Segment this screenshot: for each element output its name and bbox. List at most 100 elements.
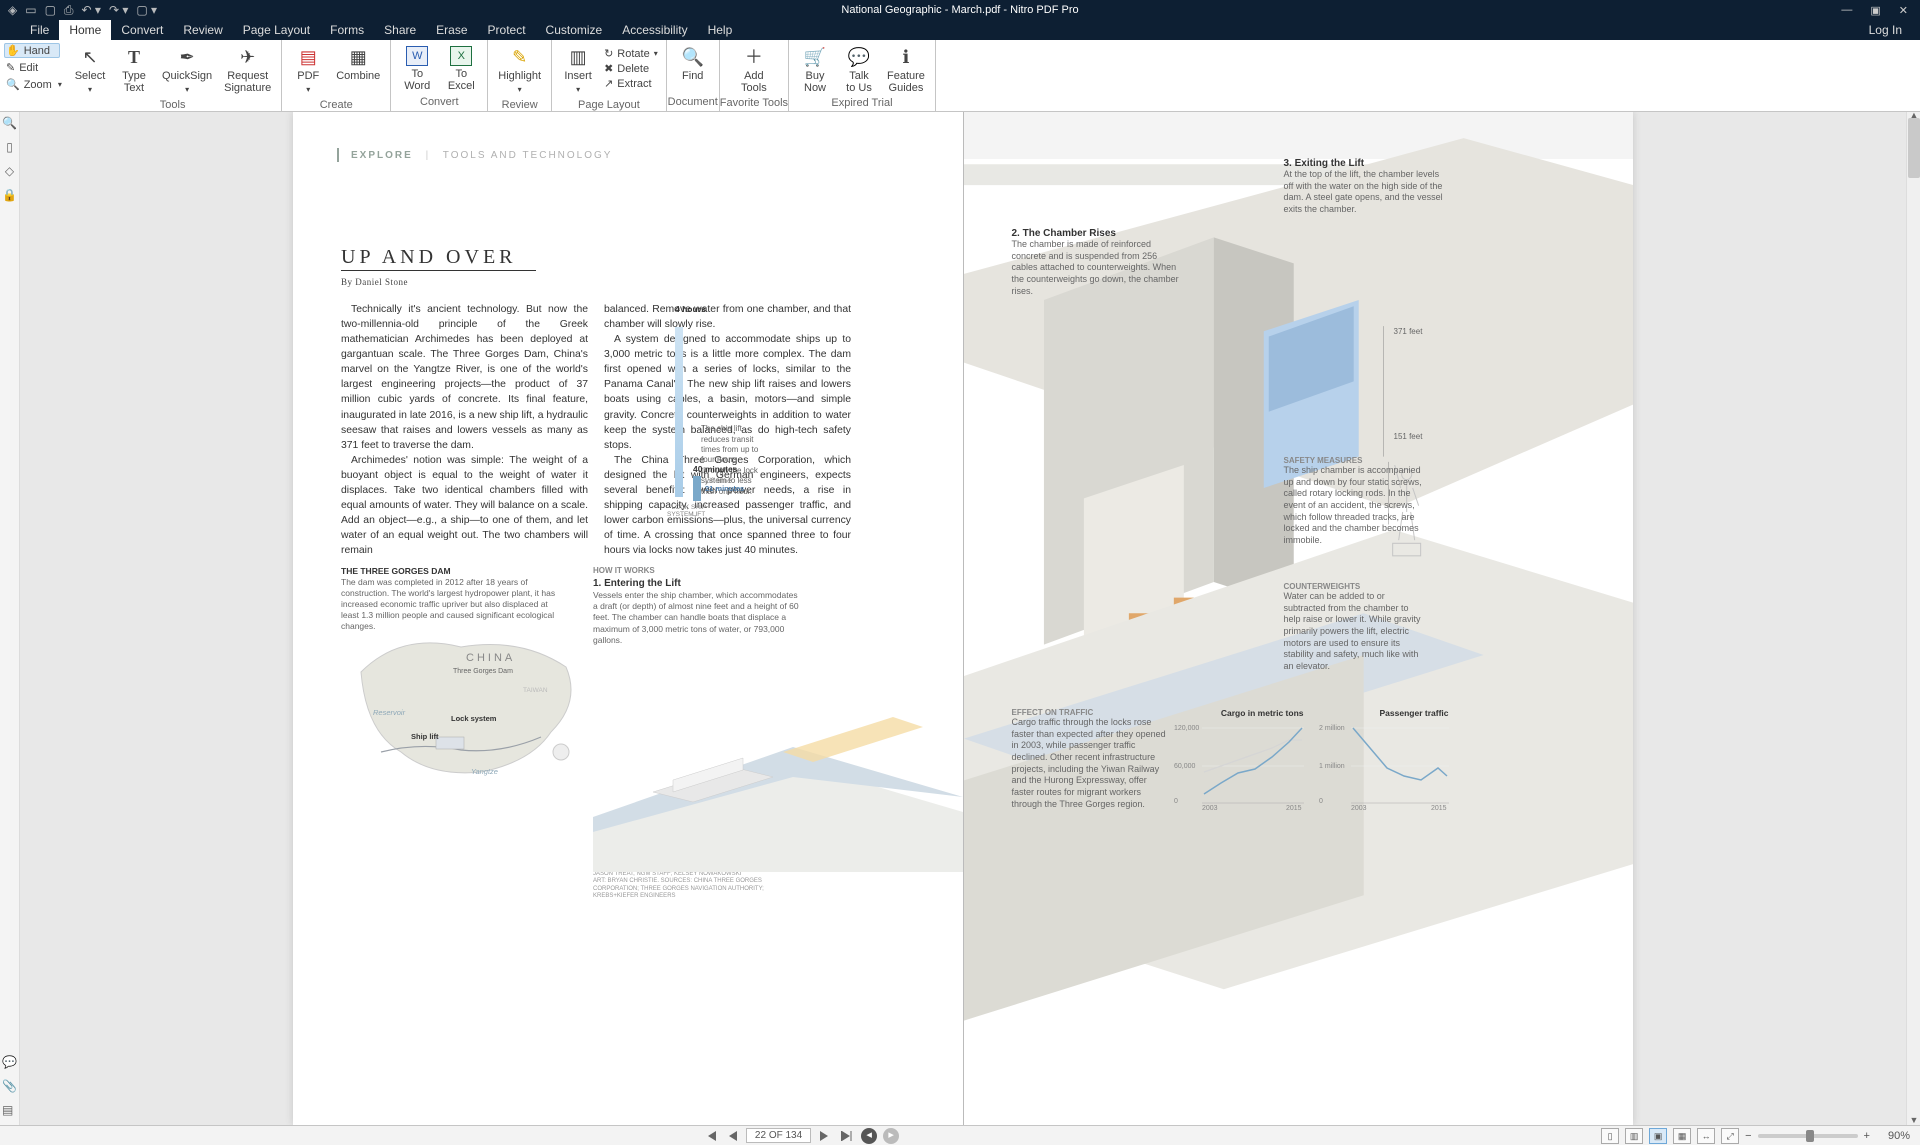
search-icon: 🔍 — [682, 46, 704, 68]
add-tools-label: Add Tools — [741, 70, 767, 94]
to-word-button[interactable]: WTo Word — [397, 44, 437, 94]
ann-3: 3. Exiting the Lift At the top of the li… — [1284, 158, 1449, 216]
svg-text:0: 0 — [1319, 798, 1323, 805]
vertical-scrollbar[interactable]: ▲ ▼ — [1906, 112, 1920, 1125]
mode-edit[interactable]: ✎Edit — [4, 60, 60, 75]
extract-icon: ↗ — [604, 77, 613, 90]
nav-comments-icon[interactable]: 💬 — [2, 1055, 17, 1069]
login-link[interactable]: Log In — [1869, 23, 1920, 37]
nav-next-icon[interactable] — [817, 1130, 833, 1142]
save-icon[interactable]: ▢ — [45, 3, 56, 17]
nav-last-icon[interactable] — [839, 1130, 855, 1142]
extract-button[interactable]: ↗Extract — [602, 76, 660, 91]
passenger-chart-title: Passenger traffic — [1319, 708, 1449, 718]
print-icon[interactable]: ⎙ — [64, 3, 74, 18]
menu-home[interactable]: Home — [59, 20, 111, 40]
menu-accessibility[interactable]: Accessibility — [612, 20, 697, 40]
nav-first-icon[interactable] — [702, 1130, 718, 1142]
close-icon[interactable]: ✕ — [1899, 4, 1908, 17]
combine-icon: ▦ — [350, 46, 367, 68]
nav-attachments-icon[interactable]: 📎 — [2, 1079, 17, 1093]
page-indicator[interactable]: 22 OF 134 — [746, 1128, 811, 1143]
map-yangtze-label: Yangtze — [471, 767, 498, 776]
qat-more-icon[interactable]: ▢ ▾ — [136, 3, 157, 17]
insert-button[interactable]: ▥Insert▾ — [558, 44, 598, 98]
cart-icon: 🛒 — [804, 46, 826, 68]
buy-now-button[interactable]: 🛒Buy Now — [795, 44, 835, 96]
menu-help[interactable]: Help — [698, 20, 743, 40]
menu-page-layout[interactable]: Page Layout — [233, 20, 320, 40]
menu-review[interactable]: Review — [173, 20, 232, 40]
request-signature-label: Request Signature — [224, 70, 271, 94]
view-single-icon[interactable]: ▯ — [1601, 1128, 1619, 1144]
menu-protect[interactable]: Protect — [478, 20, 536, 40]
delete-label: Delete — [617, 63, 649, 75]
nav-tags-icon[interactable]: ◇ — [5, 164, 14, 178]
zoom-slider-thumb[interactable] — [1806, 1130, 1814, 1142]
nav-bookmarks-icon[interactable]: ▯ — [6, 140, 13, 154]
zoom-in-icon[interactable]: + — [1864, 1130, 1870, 1142]
document-viewport[interactable]: EXPLORE | TOOLS AND TECHNOLOGY UP AND OV… — [20, 112, 1906, 1125]
zoom-slider[interactable] — [1758, 1134, 1858, 1138]
kicker-explore: EXPLORE — [351, 150, 413, 161]
view-fit-page-icon[interactable]: ⤢ — [1721, 1128, 1739, 1144]
undo-icon[interactable]: ↶ ▾ — [82, 3, 101, 17]
rotate-button[interactable]: ↻Rotate▾ — [602, 46, 660, 61]
menu-customize[interactable]: Customize — [536, 20, 613, 40]
find-button[interactable]: 🔍Find — [673, 44, 713, 84]
highlight-button[interactable]: ✎Highlight▾ — [494, 44, 545, 98]
mode-zoom[interactable]: 🔍Zoom▾ — [4, 77, 60, 92]
open-icon[interactable]: ▭ — [25, 3, 36, 17]
nav-back-icon[interactable]: ◂ — [861, 1128, 877, 1144]
pen-icon: ✒ — [180, 46, 195, 68]
select-button[interactable]: ↖Select▾ — [70, 44, 110, 98]
cw-body: Water can be added to or subtracted from… — [1284, 591, 1424, 673]
minimize-icon[interactable]: — — [1841, 4, 1852, 17]
pdf-button[interactable]: ▤PDF▾ — [288, 44, 328, 98]
map-reservoir-label: Reservoir — [373, 708, 405, 717]
to-excel-button[interactable]: XTo Excel — [441, 44, 481, 94]
view-facing-icon[interactable]: ▣ — [1649, 1128, 1667, 1144]
body-para: Technically it's ancient technology. But… — [341, 302, 588, 453]
talk-to-us-button[interactable]: 💬Talk to Us — [839, 44, 879, 96]
nav-search-icon[interactable]: 🔍 — [2, 116, 17, 130]
delete-icon: ✖ — [604, 62, 613, 75]
view-facing-continuous-icon[interactable]: ▦ — [1673, 1128, 1691, 1144]
menu-share[interactable]: Share — [374, 20, 426, 40]
group-convert-label: Convert — [420, 95, 459, 111]
scroll-down-icon[interactable]: ▼ — [1909, 1115, 1919, 1125]
menu-erase[interactable]: Erase — [426, 20, 477, 40]
rotate-label: Rotate — [617, 48, 649, 60]
menu-file[interactable]: File — [20, 20, 59, 40]
view-continuous-icon[interactable]: ▥ — [1625, 1128, 1643, 1144]
body-para: Archimedes' notion was simple: The weigh… — [341, 453, 588, 559]
zoom-out-icon[interactable]: − — [1745, 1130, 1751, 1142]
time-bar-lift — [693, 476, 701, 501]
nav-security-icon[interactable]: 🔒 — [2, 188, 17, 202]
mode-hand[interactable]: ✋Hand — [4, 43, 60, 58]
map-tgd-label: Three Gorges Dam — [453, 668, 513, 675]
request-signature-button[interactable]: ✈Request Signature — [220, 44, 275, 96]
label-371: 371 feet — [1394, 327, 1423, 336]
type-text-button[interactable]: TType Text — [114, 44, 154, 96]
delete-button[interactable]: ✖ Delete — [602, 61, 660, 76]
nav-forward-icon[interactable]: ▸ — [883, 1128, 899, 1144]
insert-icon: ▥ — [570, 46, 587, 68]
highlight-icon: ✎ — [512, 46, 527, 68]
quicksign-button[interactable]: ✒QuickSign▾ — [158, 44, 216, 98]
window-title: National Geographic - March.pdf - Nitro … — [841, 4, 1078, 16]
feature-guides-button[interactable]: ℹFeature Guides — [883, 44, 929, 96]
mode-zoom-label: Zoom — [24, 79, 52, 91]
maximize-icon[interactable]: ▣ — [1870, 4, 1880, 17]
menu-convert[interactable]: Convert — [111, 20, 173, 40]
to-excel-label: To Excel — [448, 68, 475, 92]
zoom-value[interactable]: 90% — [1876, 1130, 1910, 1142]
add-tools-button[interactable]: ＋Add Tools — [734, 44, 774, 96]
view-fit-width-icon[interactable]: ↔ — [1697, 1128, 1715, 1144]
nav-layers-icon[interactable]: ▤ — [2, 1103, 17, 1117]
combine-button[interactable]: ▦Combine — [332, 44, 384, 84]
nav-prev-icon[interactable] — [724, 1130, 740, 1142]
scroll-thumb[interactable] — [1908, 118, 1920, 178]
redo-icon[interactable]: ↷ ▾ — [109, 3, 128, 17]
menu-forms[interactable]: Forms — [320, 20, 374, 40]
